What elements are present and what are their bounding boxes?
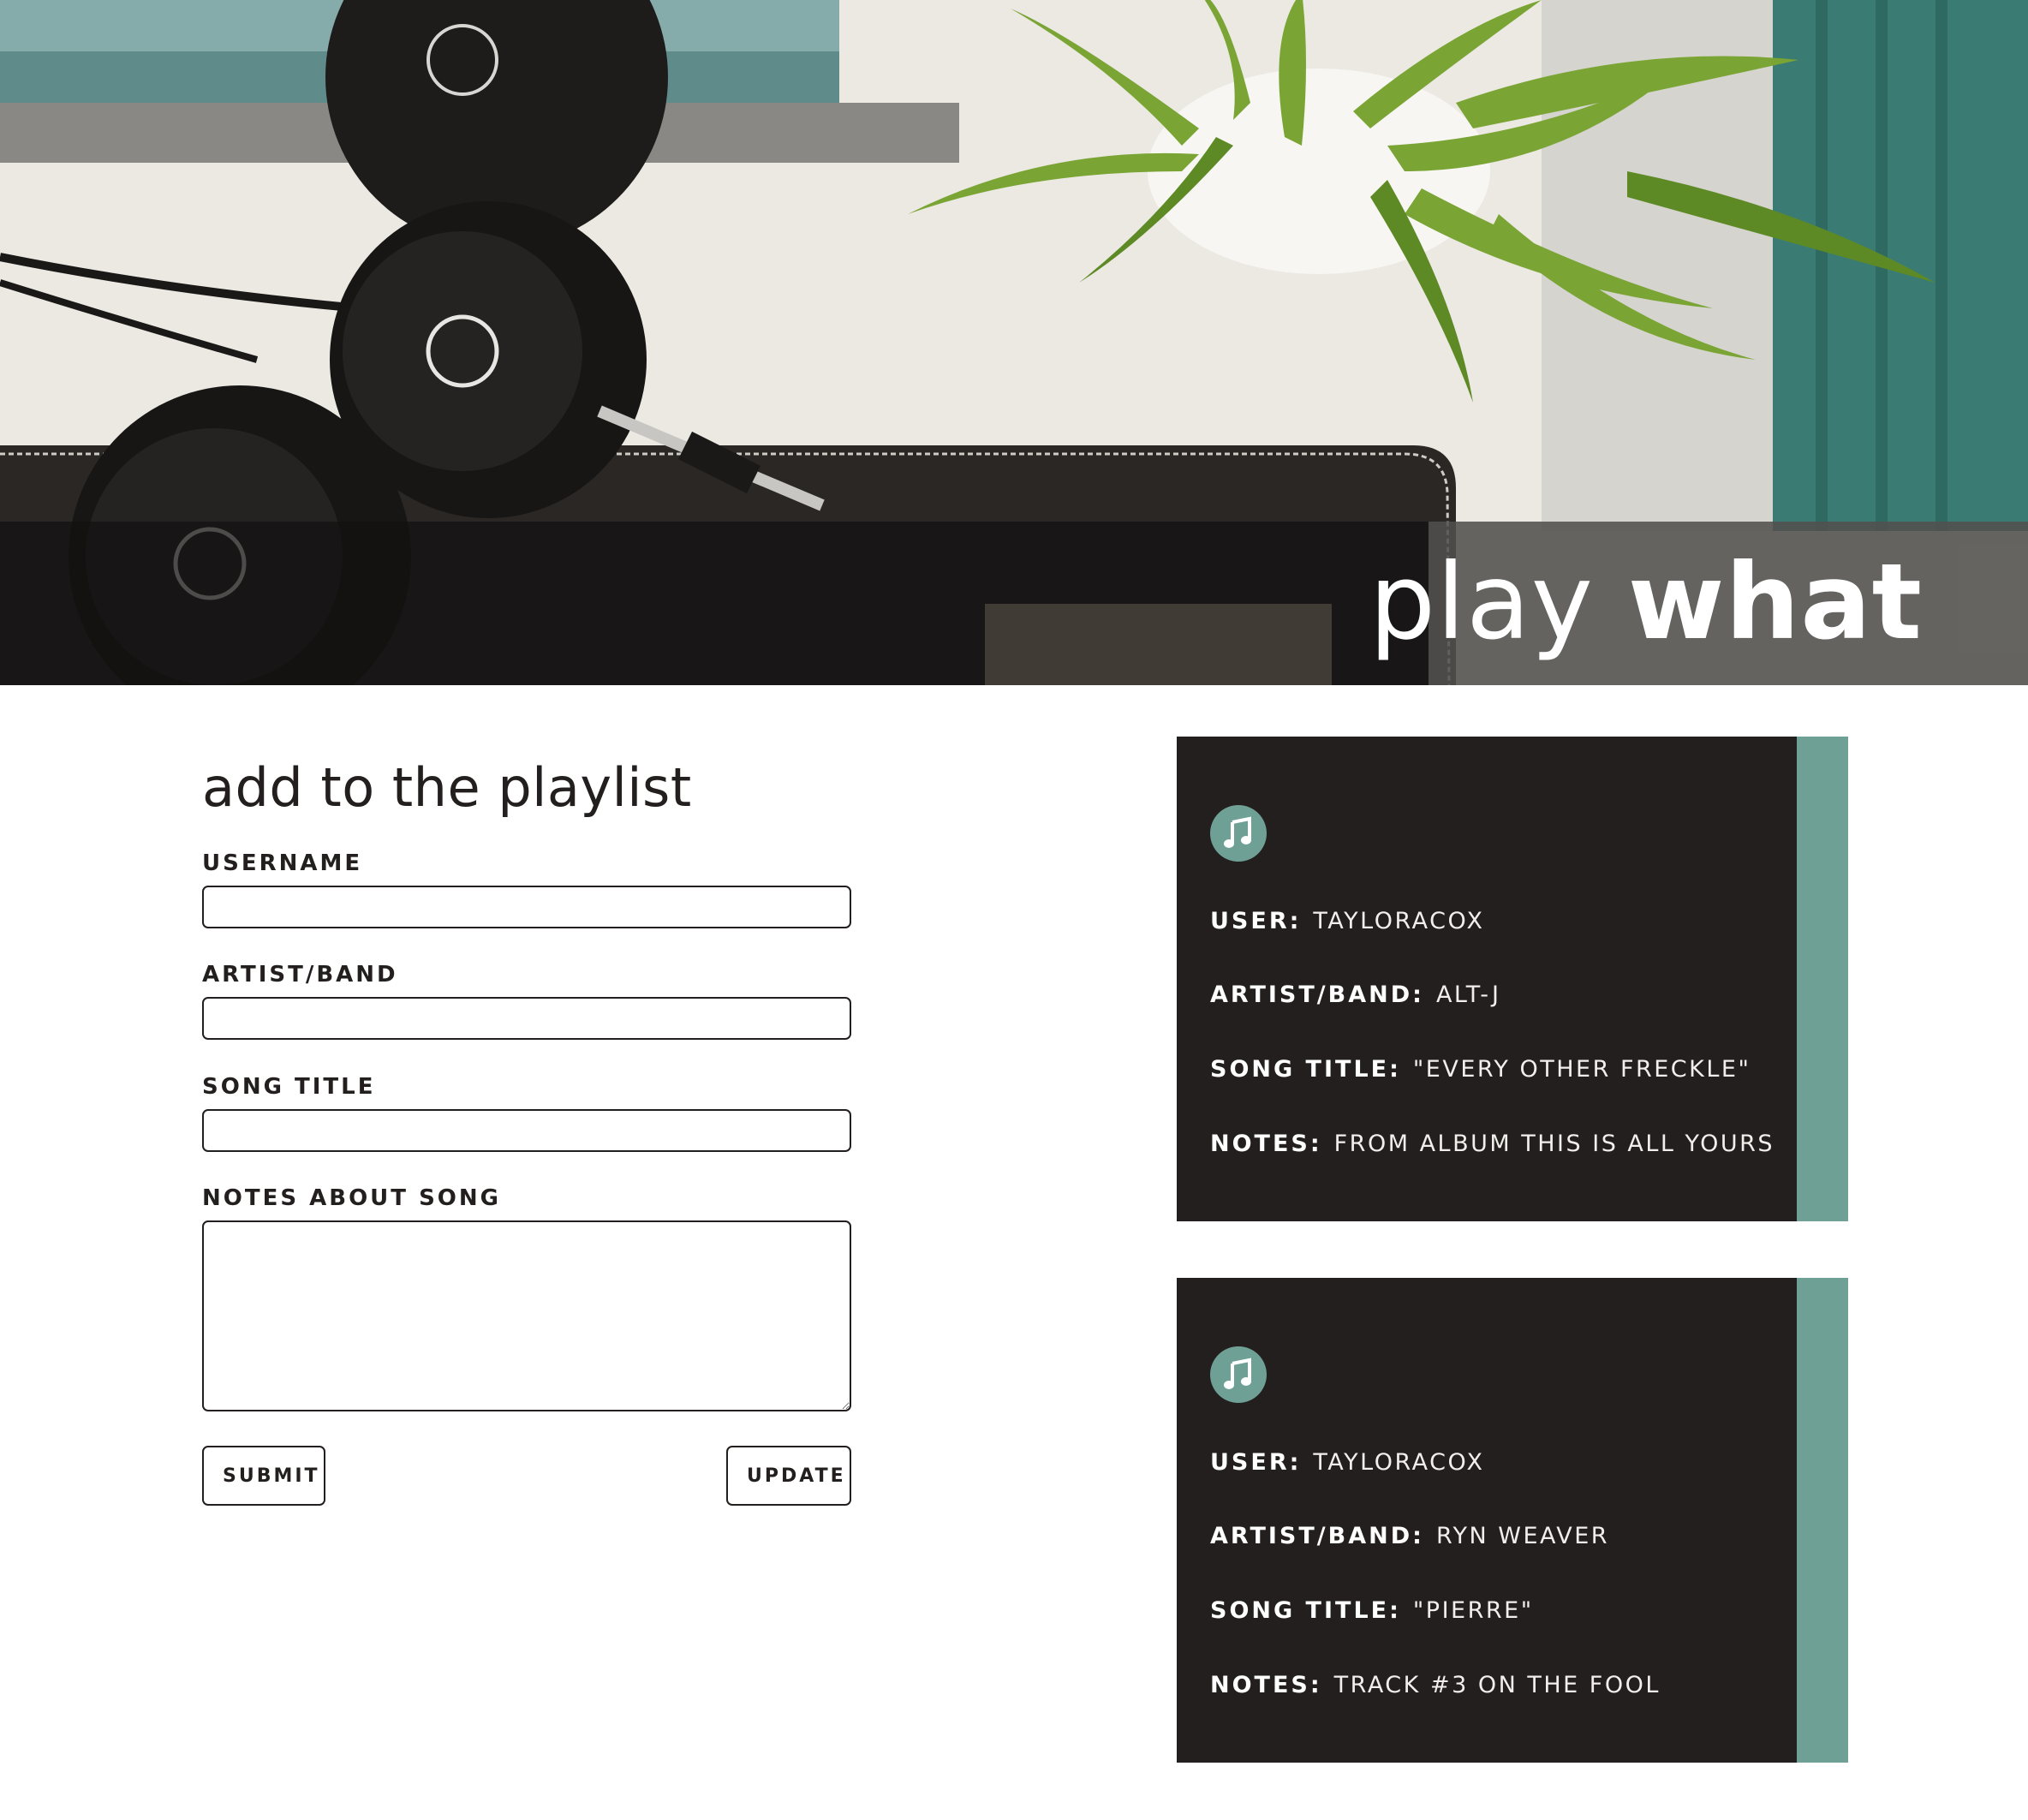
site-logo[interactable]: play what bbox=[1369, 538, 1923, 666]
card-notes-row: NOTES: TRACK #3 ON THE FOOL bbox=[1210, 1668, 1661, 1703]
username-label: USERNAME bbox=[202, 850, 363, 876]
hero-banner: play what bbox=[0, 0, 2028, 685]
artist-input[interactable] bbox=[202, 997, 851, 1040]
song-value: "PIERRE" bbox=[1412, 1597, 1534, 1624]
card-song-row: SONG TITLE: "PIERRE" bbox=[1210, 1594, 1534, 1628]
music-note-icon bbox=[1210, 1346, 1267, 1403]
card-user-row: USER: TAYLORACOX bbox=[1210, 904, 1485, 939]
card-song-row: SONG TITLE: "EVERY OTHER FRECKLE" bbox=[1210, 1053, 1751, 1087]
card-accent-bar bbox=[1797, 737, 1848, 1221]
notes-value: FROM ALBUM THIS IS ALL YOURS bbox=[1333, 1131, 1774, 1157]
notes-textarea[interactable] bbox=[202, 1220, 851, 1411]
logo-bold-word: what bbox=[1627, 541, 1923, 663]
notes-label: NOTES ABOUT SONG bbox=[202, 1185, 502, 1211]
notes-key: NOTES: bbox=[1210, 1131, 1322, 1157]
artist-key: ARTIST/BAND: bbox=[1210, 982, 1424, 1008]
artist-value: RYN WEAVER bbox=[1435, 1523, 1610, 1549]
username-input[interactable] bbox=[202, 886, 851, 928]
song-key: SONG TITLE: bbox=[1210, 1597, 1401, 1624]
logo-light-word: play bbox=[1369, 541, 1594, 663]
playlist-card[interactable]: USER: TAYLORACOX ARTIST/BAND: RYN WEAVER S… bbox=[1177, 1278, 1848, 1763]
artist-key: ARTIST/BAND: bbox=[1210, 1523, 1424, 1549]
form-title: add to the playlist bbox=[202, 756, 692, 819]
user-key: USER: bbox=[1210, 908, 1302, 934]
playlist-card[interactable]: USER: TAYLORACOX ARTIST/BAND: ALT-J SONG T… bbox=[1177, 737, 1848, 1221]
card-user-row: USER: TAYLORACOX bbox=[1210, 1446, 1485, 1480]
card-artist-row: ARTIST/BAND: RYN WEAVER bbox=[1210, 1519, 1609, 1554]
add-song-form: add to the playlist USERNAME ARTIST/BAND… bbox=[202, 745, 853, 1506]
user-key: USER: bbox=[1210, 1449, 1302, 1476]
card-artist-row: ARTIST/BAND: ALT-J bbox=[1210, 978, 1500, 1012]
artist-label: ARTIST/BAND bbox=[202, 962, 398, 988]
user-value: TAYLORACOX bbox=[1313, 908, 1485, 934]
song-value: "EVERY OTHER FRECKLE" bbox=[1412, 1056, 1751, 1083]
song-key: SONG TITLE: bbox=[1210, 1056, 1401, 1083]
artist-value: ALT-J bbox=[1435, 982, 1501, 1008]
card-accent-bar bbox=[1797, 1278, 1848, 1763]
submit-button[interactable]: SUBMIT bbox=[202, 1446, 325, 1506]
card-notes-row: NOTES: FROM ALBUM THIS IS ALL YOURS bbox=[1210, 1127, 1774, 1161]
notes-value: TRACK #3 ON THE FOOL bbox=[1333, 1672, 1661, 1698]
song-title-input[interactable] bbox=[202, 1109, 851, 1152]
user-value: TAYLORACOX bbox=[1313, 1449, 1485, 1476]
update-button[interactable]: UPDATE bbox=[726, 1446, 851, 1506]
notes-key: NOTES: bbox=[1210, 1672, 1322, 1698]
song-title-label: SONG TITLE bbox=[202, 1074, 376, 1100]
music-note-icon bbox=[1210, 805, 1267, 862]
playlist: USER: TAYLORACOX ARTIST/BAND: ALT-J SONG T… bbox=[1177, 737, 1848, 1819]
